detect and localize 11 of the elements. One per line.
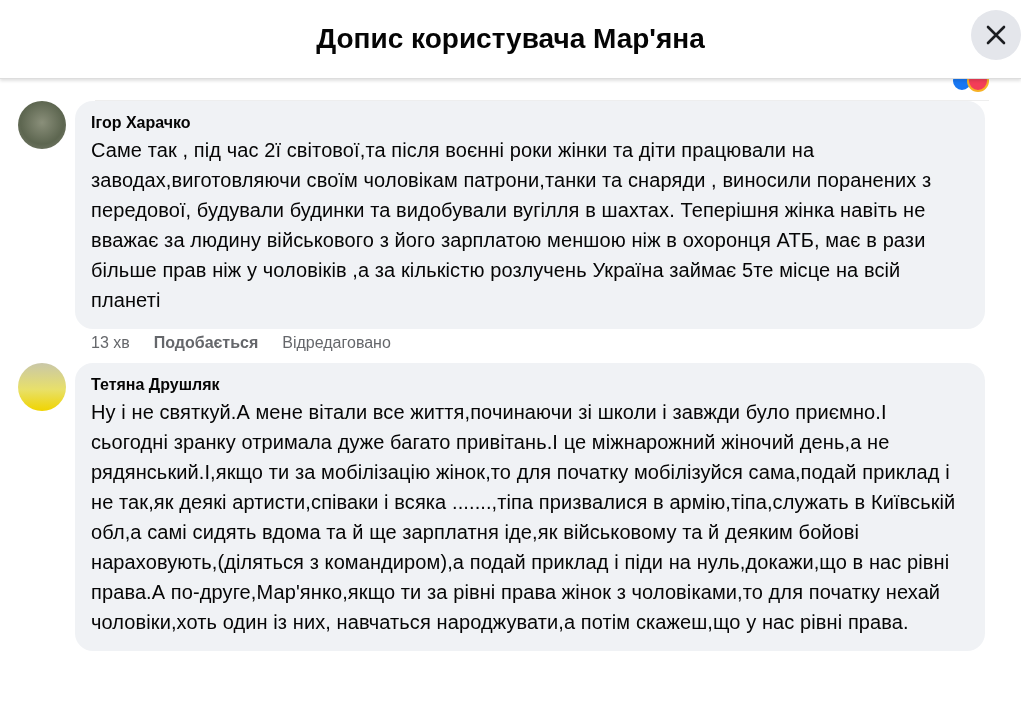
author-name[interactable]: Тетяна Друшляк <box>91 375 969 395</box>
edited-label: Відредаговано <box>282 333 391 353</box>
dialog-title: Допис користувача Мар'яна <box>316 23 705 55</box>
comment-text: Саме так , під час 2ї світової,та після воєнні роки жінки та діти працювали на заводах,виготовляючи своїм чоловікам патрони,танки та снаряди , виносили поранених з передової, будували будинки та видобували вугілля в шахтах. Теперішня жінка навіть не вважає за людину військового з його зарплатою меншою ніж в охоронця АТБ, має в рази більше прав ніж у чоловіків ,а за кількістю розлучень Україна займає 5те місце на всій планеті <box>91 138 933 313</box>
close-button[interactable] <box>971 10 1021 60</box>
comment-text: Ну і не святкуй.А мене вітали все життя,починаючи зі школи і завжди було приємно.І сьогодні зранку отримала дуже багато привітань.І це міжнарожний жіночий день,а не рядянський.І,якщо ти за мобілізацію жінок,то для початку мобілізуйся сама,подай приклад і не так,як деякі артисти,співаки і всяка .......,тіпа призвалися в армію,тіпа,служать в Київській обл,а самі сидять вдома та й ще зарплатня іде,як військовому та й деяким бойові нараховують,(діляться з командиром),а подай приклад і піди на нуль,докажи,що в нас рівні права.А по-друге,Мар'янко,якщо ти за рівні права жінок з чоловіками,то для початку нехай чоловіки,хоть один із них, навчаться народжувати,а потім скажеш,що у нас рівні права. <box>91 400 957 635</box>
like-link[interactable]: Подобається <box>153 333 259 353</box>
comment-time: 13 хв <box>91 333 130 353</box>
avatar[interactable] <box>18 101 66 149</box>
author-name[interactable]: Ігор Харачко <box>91 113 969 133</box>
close-icon <box>984 23 1008 47</box>
